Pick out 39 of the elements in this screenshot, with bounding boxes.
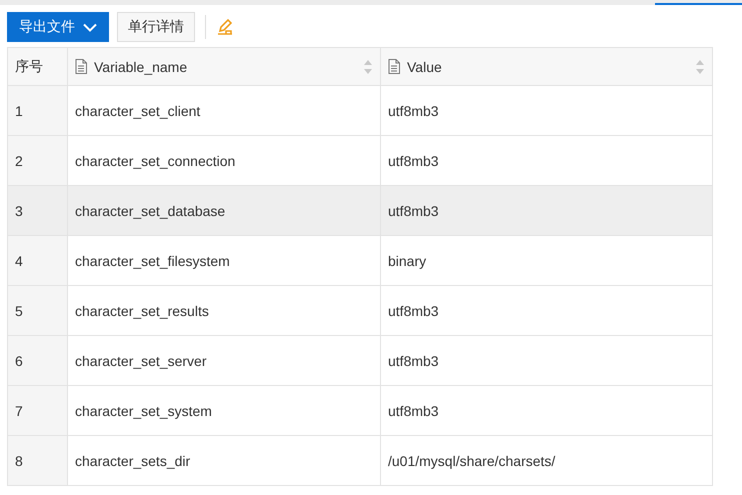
table-cell: utf8mb3 bbox=[380, 286, 712, 336]
table-cell: 7 bbox=[8, 386, 68, 436]
table-cell: character_set_results bbox=[68, 286, 380, 336]
sort-icon[interactable] bbox=[363, 58, 373, 74]
table-cell: /u01/mysql/share/charsets/ bbox=[380, 436, 712, 486]
table-cell: utf8mb3 bbox=[380, 186, 712, 236]
table-row[interactable]: 5 character_set_results utf8mb3 bbox=[8, 286, 712, 336]
table-row[interactable]: 8 character_sets_dir /u01/mysql/share/charsets/ bbox=[8, 436, 712, 486]
table-cell: utf8mb3 bbox=[380, 336, 712, 386]
table-cell: binary bbox=[380, 236, 712, 286]
sort-icon[interactable] bbox=[695, 58, 705, 74]
table-cell: utf8mb3 bbox=[380, 386, 712, 436]
table-cell: character_sets_dir bbox=[68, 436, 380, 486]
table-row[interactable]: 3 character_set_database utf8mb3 bbox=[8, 186, 712, 236]
table-cell: character_set_filesystem bbox=[68, 236, 380, 286]
table-row[interactable]: 4 character_set_filesystem binary bbox=[8, 236, 712, 286]
table-cell: 3 bbox=[8, 186, 68, 236]
table-row[interactable]: 2 character_set_connection utf8mb3 bbox=[8, 136, 712, 186]
edit-icon[interactable] bbox=[216, 18, 234, 36]
table-cell: utf8mb3 bbox=[380, 86, 712, 136]
table-cell: character_set_client bbox=[68, 86, 380, 136]
detail-button[interactable]: 单行详情 bbox=[117, 12, 195, 42]
table-row[interactable]: 1 character_set_client utf8mb3 bbox=[8, 86, 712, 136]
document-icon bbox=[388, 59, 400, 74]
document-icon bbox=[75, 59, 87, 74]
table-cell: 6 bbox=[8, 336, 68, 386]
table-cell: 1 bbox=[8, 86, 68, 136]
table-cell: 2 bbox=[8, 136, 68, 186]
table-cell: 5 bbox=[8, 286, 68, 336]
column-header: 序号 bbox=[8, 48, 68, 86]
export-button[interactable]: 导出文件 bbox=[7, 12, 109, 42]
table-cell: character_set_server bbox=[68, 336, 380, 386]
table-cell: 4 bbox=[8, 236, 68, 286]
table-cell: 8 bbox=[8, 436, 68, 486]
chevron-down-icon bbox=[83, 22, 97, 32]
table-row[interactable]: 7 character_set_system utf8mb3 bbox=[8, 386, 712, 436]
table-cell: character_set_database bbox=[68, 186, 380, 236]
table-row[interactable]: 6 character_set_server utf8mb3 bbox=[8, 336, 712, 386]
table-cell: character_set_system bbox=[68, 386, 380, 436]
